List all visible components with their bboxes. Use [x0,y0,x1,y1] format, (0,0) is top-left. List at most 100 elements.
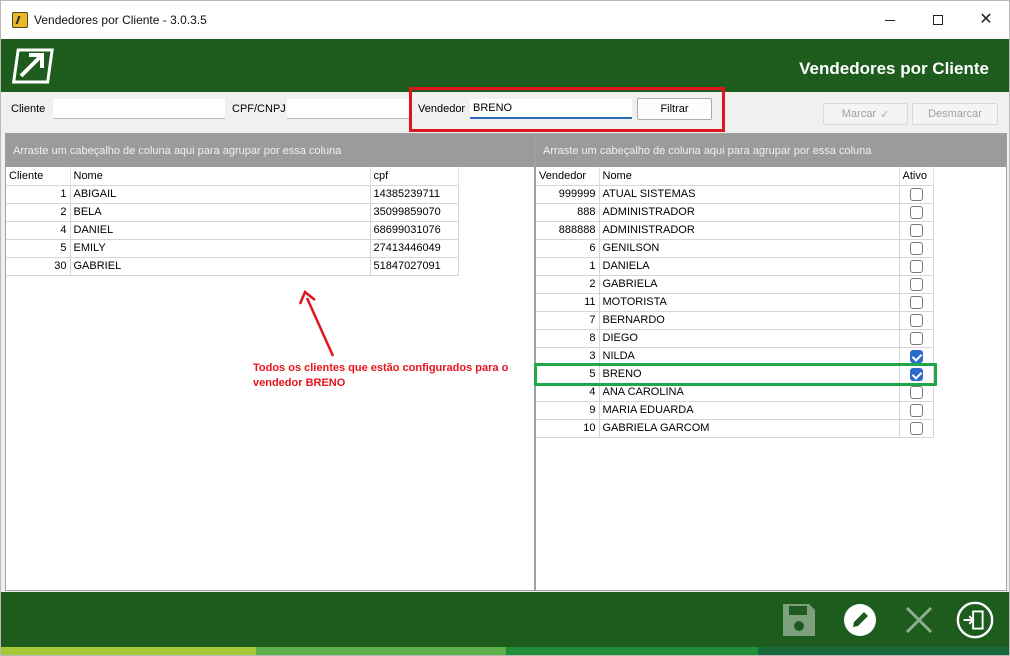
right-group-panel[interactable]: Arraste um cabeçalho de coluna aqui para… [536,134,1006,167]
table-row[interactable]: 888 ADMINISTRADOR [536,202,934,222]
table-row[interactable]: 2 GABRIELA [536,274,934,294]
cell-nome[interactable]: DANIEL [69,220,371,240]
cell-ativo [898,292,934,312]
cell-id[interactable]: 30 [6,256,71,276]
table-row[interactable]: 1 DANIELA [536,256,934,276]
cliente-label: Cliente [11,103,46,115]
close-button[interactable]: ✕ [963,1,1009,39]
col-header-cliente[interactable]: Cliente [6,167,71,185]
ativo-checkbox[interactable] [909,313,923,327]
table-row[interactable]: 9 MARIA EDUARDA [536,400,934,420]
ativo-checkbox[interactable] [909,295,923,309]
cell-nome[interactable]: GABRIELA [598,274,900,294]
table-row[interactable]: 888888 ADMINISTRADOR [536,220,934,240]
col-header-nome[interactable]: Nome [599,167,900,185]
col-header-vendedor[interactable]: Vendedor [536,167,600,185]
cell-id[interactable]: 4 [6,220,71,240]
table-row[interactable]: 8 DIEGO [536,328,934,348]
cell-cpf[interactable]: 68699031076 [369,220,459,240]
cell-nome[interactable]: GABRIELA GARCOM [598,418,900,438]
ativo-checkbox[interactable] [909,403,923,417]
ativo-checkbox[interactable] [909,421,923,435]
cell-nome[interactable]: DIEGO [598,328,900,348]
save-button[interactable] [779,600,819,640]
ativo-checkbox[interactable] [909,259,923,273]
desmarcar-button[interactable]: Desmarcar [912,103,998,125]
cell-cpf[interactable]: 27413446049 [369,238,459,258]
footer-bar [1,592,1009,647]
edit-button[interactable] [840,600,880,640]
cell-id[interactable]: 8 [536,328,600,348]
cell-nome[interactable]: BERNARDO [598,310,900,330]
table-row[interactable]: 11 MOTORISTA [536,292,934,312]
cell-nome[interactable]: EMILY [69,238,371,258]
cell-nome[interactable]: MOTORISTA [598,292,900,312]
col-header-cpf[interactable]: cpf [370,167,459,185]
ativo-checkbox[interactable] [909,187,923,201]
table-row[interactable]: 4 DANIEL 68699031076 [6,220,459,240]
cell-id[interactable]: 7 [536,310,600,330]
breno-highlight-box [534,363,937,386]
table-row[interactable]: 30 GABRIEL 51847027091 [6,256,459,276]
ativo-checkbox[interactable] [909,223,923,237]
cancel-button[interactable] [899,600,939,640]
cell-nome[interactable]: BELA [69,202,371,222]
ativo-checkbox[interactable] [909,385,923,399]
cell-id[interactable]: 10 [536,418,600,438]
cell-id[interactable]: 6 [536,238,600,258]
cell-id[interactable]: 2 [536,274,600,294]
vendedores-header-row: Vendedor Nome Ativo [536,167,934,185]
cell-id[interactable]: 888888 [536,220,600,240]
ativo-checkbox[interactable] [909,331,923,345]
cell-id[interactable]: 999999 [536,184,600,204]
ativo-checkbox[interactable] [909,349,923,363]
cell-ativo [898,310,934,330]
annotation-text: Todos os clientes que estão configurados… [253,362,509,389]
marcar-button[interactable]: Marcar ✓ [823,103,908,125]
table-row[interactable]: 6 GENILSON [536,238,934,258]
vendedores-grid: Arraste um cabeçalho de coluna aqui para… [535,133,1007,591]
table-row[interactable]: 1 ABIGAIL 14385239711 [6,184,459,204]
cell-id[interactable]: 11 [536,292,600,312]
cell-nome[interactable]: ADMINISTRADOR [598,202,900,222]
stripe-4 [758,647,1009,655]
cell-cpf[interactable]: 51847027091 [369,256,459,276]
ativo-checkbox[interactable] [909,205,923,219]
table-row[interactable]: 5 EMILY 27413446049 [6,238,459,258]
table-row[interactable]: 999999 ATUAL SISTEMAS [536,184,934,204]
close-icon: ✕ [979,11,993,28]
exit-button[interactable] [955,600,995,640]
cell-nome[interactable]: GENILSON [598,238,900,258]
table-row[interactable]: 7 BERNARDO [536,310,934,330]
left-group-panel[interactable]: Arraste um cabeçalho de coluna aqui para… [6,134,534,167]
cell-id[interactable]: 1 [536,256,600,276]
cell-id[interactable]: 888 [536,202,600,222]
cell-nome[interactable]: MARIA EDUARDA [598,400,900,420]
cpf-input[interactable] [287,99,411,119]
cell-id[interactable]: 2 [6,202,71,222]
cancel-icon [905,606,933,634]
cell-nome[interactable]: ABIGAIL [69,184,371,204]
cell-nome[interactable]: ADMINISTRADOR [598,220,900,240]
ativo-checkbox[interactable] [909,241,923,255]
table-row[interactable]: 10 GABRIELA GARCOM [536,418,934,438]
cell-id[interactable]: 5 [6,238,71,258]
window-title: Vendedores por Cliente - 3.0.3.5 [34,13,207,27]
app-icon [12,12,28,28]
cell-nome[interactable]: ATUAL SISTEMAS [598,184,900,204]
cell-nome[interactable]: DANIELA [598,256,900,276]
table-row[interactable]: 2 BELA 35099859070 [6,202,459,222]
maximize-button[interactable] [915,1,961,39]
col-header-ativo[interactable]: Ativo [899,167,934,185]
ativo-checkbox[interactable] [909,277,923,291]
cliente-input[interactable] [53,99,225,119]
cell-nome[interactable]: GABRIEL [69,256,371,276]
stripe-2 [256,647,506,655]
cell-cpf[interactable]: 35099859070 [369,202,459,222]
minimize-button[interactable] [867,1,913,39]
cell-id[interactable]: 1 [6,184,71,204]
cell-cpf[interactable]: 14385239711 [369,184,459,204]
cell-id[interactable]: 9 [536,400,600,420]
save-icon [783,604,815,636]
col-header-nome[interactable]: Nome [70,167,371,185]
